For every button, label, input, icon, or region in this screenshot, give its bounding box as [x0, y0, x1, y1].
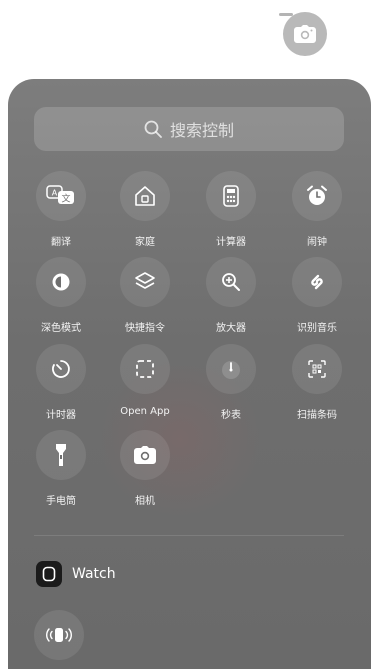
control-label: 识别音乐 [297, 323, 337, 334]
control-circle [206, 171, 256, 221]
control-circle [206, 257, 256, 307]
control-ping-watch[interactable] [34, 610, 84, 660]
control-label: 扫描条码 [297, 410, 337, 421]
control-camera[interactable]: 相机 [101, 430, 189, 507]
control-alarm[interactable]: 闹钟 [273, 171, 361, 248]
control-label: 手电筒 [46, 496, 76, 507]
control-circle [36, 344, 86, 394]
control-barcode-scan[interactable]: 扫描条码 [273, 344, 361, 421]
watch-app-icon [36, 561, 62, 587]
watch-section-title: Watch [72, 566, 116, 582]
added-camera-control[interactable] [283, 12, 327, 56]
control-circle [292, 257, 342, 307]
control-label: 快捷指令 [125, 323, 165, 334]
magnifier-icon [222, 273, 240, 291]
open-app-icon [136, 360, 154, 378]
control-circle [36, 257, 86, 307]
control-translate[interactable]: A 文 翻译 [17, 171, 105, 248]
control-label: 相机 [135, 496, 155, 507]
search-icon [144, 120, 162, 138]
search-field[interactable]: 搜索控制 [34, 107, 344, 151]
ping-watch-icon [46, 628, 72, 642]
dark-mode-icon [52, 273, 70, 291]
svg-text:文: 文 [61, 193, 70, 205]
control-label: 翻译 [51, 237, 71, 248]
section-divider [34, 535, 344, 536]
control-circle [120, 344, 170, 394]
calculator-icon [223, 185, 239, 207]
control-label: 家庭 [135, 237, 155, 248]
svg-text:A: A [52, 189, 58, 198]
watch-glyph-icon [42, 566, 56, 582]
control-circle [292, 171, 342, 221]
flashlight-icon [56, 444, 66, 466]
control-magnifier[interactable]: 放大器 [187, 257, 275, 334]
control-shazam[interactable]: 识别音乐 [273, 257, 361, 334]
control-shortcuts[interactable]: 快捷指令 [101, 257, 189, 334]
control-timer[interactable]: 计时器 [17, 344, 105, 421]
translate-icon: A 文 [46, 185, 74, 205]
shazam-icon [311, 274, 323, 290]
control-circle [120, 171, 170, 221]
control-label: 放大器 [216, 323, 246, 334]
control-home[interactable]: 家庭 [101, 171, 189, 248]
control-flashlight[interactable]: 手电筒 [17, 430, 105, 507]
control-circle [120, 257, 170, 307]
watch-section-header: Watch [36, 561, 116, 587]
control-dark-mode[interactable]: 深色模式 [17, 257, 105, 334]
control-label: 闹钟 [307, 237, 327, 248]
control-circle [292, 344, 342, 394]
control-circle [120, 430, 170, 480]
controls-gallery-sheet: 搜索控制 A 文 翻译 家庭 计算器 闹钟 深色模式 快捷指令 放大器 识别音乐… [8, 79, 371, 669]
camera-icon [294, 25, 316, 43]
shortcuts-icon [135, 272, 155, 289]
control-label: 深色模式 [41, 323, 81, 334]
alarm-icon [307, 185, 327, 205]
control-label: 计算器 [216, 237, 246, 248]
timer-icon [52, 360, 70, 378]
control-calculator[interactable]: 计算器 [187, 171, 275, 248]
camera-icon [134, 446, 156, 464]
control-label: 秒表 [221, 410, 241, 421]
control-stopwatch[interactable]: 秒表 [187, 344, 275, 421]
control-circle [36, 430, 86, 480]
search-placeholder: 搜索控制 [169, 121, 234, 140]
control-circle: A 文 [36, 171, 86, 221]
control-open-app[interactable]: Open App [101, 344, 189, 417]
control-label: Open App [120, 406, 170, 417]
barcode-scan-icon [308, 360, 326, 378]
home-icon [135, 186, 155, 206]
control-label: 计时器 [46, 410, 76, 421]
control-circle [206, 344, 256, 394]
stopwatch-icon [222, 361, 240, 379]
